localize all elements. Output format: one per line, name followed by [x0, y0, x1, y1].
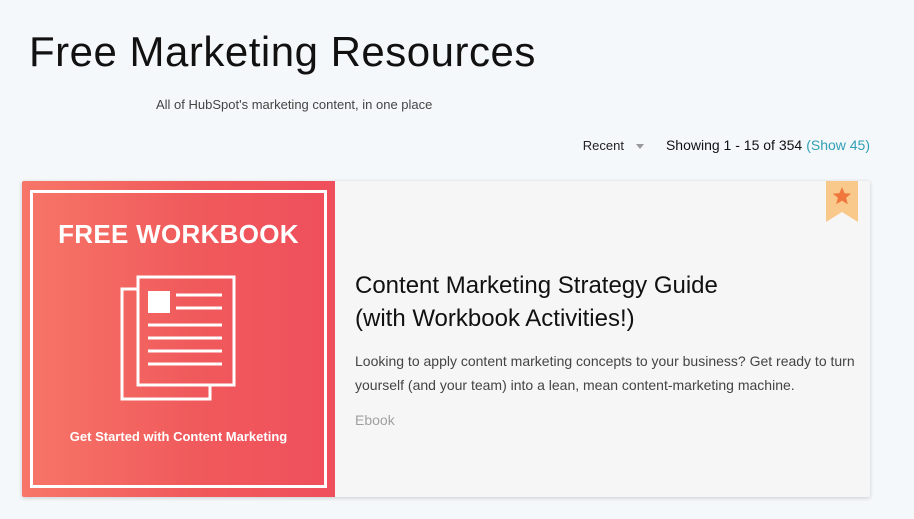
card-description: Looking to apply content marketing conce… — [355, 353, 855, 393]
card-title-line-2: (with Workbook Activities!) — [355, 305, 635, 332]
show-45-link[interactable]: (Show 45) — [806, 137, 870, 153]
page-subtitle: All of HubSpot's marketing content, in o… — [156, 97, 433, 112]
card-type-label: Ebook — [355, 412, 395, 428]
card-title[interactable]: Content Marketing Strategy Guide (with W… — [355, 269, 825, 335]
results-count: Showing 1 - 15 of 354 — [665, 137, 803, 153]
page-title: Free Marketing Resources — [29, 28, 536, 75]
results-toolbar: Recent Showing 1 - 15 of 354 (Show 45) — [583, 137, 870, 153]
chevron-down-icon — [635, 143, 644, 149]
card-title-line-1: Content Marketing Strategy Guide — [355, 272, 718, 299]
card-thumbnail[interactable]: FREE WORKBOOK Get Started with Content M… — [22, 181, 335, 497]
resource-card[interactable]: FREE WORKBOOK Get Started with Content M… — [22, 181, 870, 497]
resources-page: Free Marketing Resources All of HubSpot'… — [0, 0, 914, 519]
thumbnail-caption: Get Started with Content Marketing — [69, 429, 288, 444]
sort-label: Recent — [582, 137, 624, 153]
thumbnail-heading: FREE WORKBOOK — [58, 219, 299, 249]
star-ribbon-icon — [826, 181, 858, 222]
document-icon — [120, 275, 236, 401]
sort-dropdown[interactable]: Recent — [583, 138, 644, 153]
card-body: Content Marketing Strategy Guide (with W… — [335, 181, 870, 497]
